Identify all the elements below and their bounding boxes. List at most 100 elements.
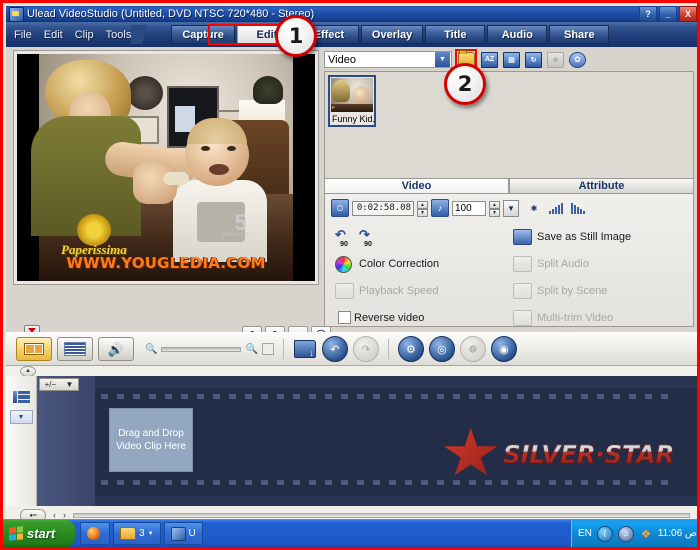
- flame-icon[interactable]: ❖: [639, 527, 653, 541]
- step-tab-audio[interactable]: Audio: [487, 25, 548, 44]
- properties-icon: ▤: [503, 51, 520, 68]
- save-as-still-image-button[interactable]: Save as Still Image: [509, 223, 687, 250]
- zoom-slider[interactable]: [161, 346, 242, 352]
- volume-icon[interactable]: ♫: [617, 525, 634, 542]
- network-icon[interactable]: ⟨: [596, 525, 613, 542]
- burn-disc-icon: ◉: [499, 343, 509, 356]
- storyboard-main: ▼ +/− ▼ Drag and Drop Video Clip Here SI…: [6, 376, 697, 506]
- chevron-down-icon[interactable]: ▼: [435, 52, 450, 67]
- menu-item-edit[interactable]: Edit: [44, 29, 63, 41]
- multi-trim-video-label: Multi-trim Video: [537, 311, 614, 324]
- taskbar-item-firefox[interactable]: [80, 522, 110, 545]
- duration-stepper[interactable]: ▲ ▼: [417, 200, 428, 217]
- rotate-right-button[interactable]: ↷ 90: [359, 228, 377, 248]
- audio-view-button[interactable]: 🔊: [98, 337, 134, 361]
- fade-out-icon[interactable]: [571, 202, 585, 214]
- insert-media-files-button[interactable]: [293, 337, 317, 361]
- split-by-scene-icon: [513, 282, 532, 299]
- split-audio-button[interactable]: Split Audio: [509, 250, 687, 277]
- callout-badge-2: 2: [444, 63, 486, 105]
- menu-bar: File Edit Clip Tools Capture Edit Effect…: [6, 22, 697, 47]
- multi-trim-video-button[interactable]: Multi-trim Video: [509, 304, 687, 331]
- split-audio-icon: [513, 255, 532, 272]
- step-tab-share[interactable]: Share: [549, 25, 610, 44]
- playback-speed-button[interactable]: Playback Speed: [331, 277, 509, 304]
- zoom-out-icon[interactable]: 🔍: [145, 344, 157, 355]
- timeline-view-button[interactable]: [57, 337, 93, 361]
- minimize-button[interactable]: _: [659, 6, 677, 22]
- options-panel: Video Attribute ⏲ 0:02:58.08 ▲ ▼ ♪ 100 ▲ ▼…: [324, 178, 694, 328]
- export-to-disc-button[interactable]: ◉: [490, 336, 517, 362]
- taskbar-item-folders[interactable]: 3 ▼: [113, 522, 161, 545]
- taskbar-item-ulead[interactable]: U: [163, 522, 203, 545]
- library-sort-button[interactable]: AZ: [480, 51, 499, 69]
- menu-item-file[interactable]: File: [14, 29, 32, 41]
- step-tab-title[interactable]: Title: [425, 25, 486, 44]
- enable-smart-proxy-button[interactable]: ☸: [459, 336, 486, 362]
- collapse-up-icon[interactable]: ▲: [20, 365, 36, 377]
- tab-attribute[interactable]: Attribute: [509, 178, 694, 193]
- menu-item-clip[interactable]: Clip: [75, 29, 94, 41]
- taskbar-clock[interactable]: 11:06 ص: [658, 528, 697, 539]
- chevron-double-down-icon: ✿: [569, 51, 586, 68]
- application-window: Ulead VideoStudio (Untitled, DVD NTSC 72…: [0, 0, 700, 550]
- timeline-scrollbar[interactable]: [73, 512, 690, 518]
- storyboard-icon: [24, 343, 44, 355]
- language-indicator[interactable]: EN: [578, 528, 592, 539]
- close-button[interactable]: X: [679, 6, 697, 22]
- rotate-left-button[interactable]: ↶ 90: [335, 228, 353, 248]
- storyboard-view-button[interactable]: [16, 337, 52, 361]
- refresh-icon: ↻: [525, 51, 542, 68]
- track-zoom-stepper[interactable]: +/− ▼: [39, 378, 79, 391]
- undo-button[interactable]: ↶: [321, 336, 348, 362]
- track-dropdown-icon[interactable]: ▼: [9, 410, 33, 424]
- volume-field[interactable]: 100: [452, 200, 486, 216]
- step-tab-bar: Capture Edit Effect Overlay Title Audio …: [171, 25, 611, 44]
- chevron-down-icon[interactable]: ▼: [65, 380, 73, 389]
- mute-icon[interactable]: ✱: [527, 201, 541, 216]
- fade-in-icon[interactable]: [549, 202, 563, 214]
- duration-field[interactable]: 0:02:58.08: [352, 200, 414, 216]
- split-by-scene-button[interactable]: Split by Scene: [509, 277, 687, 304]
- film-perforations-top: [95, 394, 697, 399]
- list-item[interactable]: P Funny Kid...: [328, 75, 376, 127]
- fit-project-icon[interactable]: [261, 343, 274, 355]
- track-rail: ▼: [6, 376, 37, 506]
- redo-button[interactable]: ↷: [352, 336, 379, 362]
- zoom-in-icon[interactable]: 🔍: [245, 344, 257, 355]
- library-add-media-button[interactable]: ⊕: [546, 51, 565, 69]
- reverse-video-row[interactable]: Reverse video: [331, 304, 509, 331]
- video-track[interactable]: +/− ▼ Drag and Drop Video Clip Here SILV…: [37, 376, 697, 506]
- drop-zone[interactable]: Drag and Drop Video Clip Here: [109, 408, 193, 472]
- system-tray: EN ⟨ ♫ ❖ 11:06 ص: [570, 520, 697, 547]
- folder-icon: [120, 527, 136, 540]
- library-expand-button[interactable]: ✿: [568, 51, 587, 69]
- video-preview[interactable]: Paperissima 5 MEDIASET WWW.YOUGLEDIA.COM: [17, 54, 315, 281]
- batch-convert-button[interactable]: ⚙: [397, 336, 424, 362]
- chevron-down-icon[interactable]: ▼: [148, 531, 154, 537]
- volume-dropdown-button[interactable]: ▼: [503, 199, 519, 217]
- reverse-video-checkbox[interactable]: [338, 311, 351, 324]
- callout-badge-1: 1: [275, 15, 317, 57]
- library-category-combo[interactable]: Video ▼: [324, 51, 452, 68]
- storyboard-area: ▲ ▼ +/− ▼ Drag and Drop Video Clip Here …: [6, 365, 697, 524]
- reverse-video-label: Reverse video: [354, 311, 425, 324]
- library-reset-button[interactable]: ↻: [524, 51, 543, 69]
- step-tab-capture[interactable]: Capture: [171, 25, 235, 44]
- library-properties-button[interactable]: ▤: [502, 51, 521, 69]
- tab-video[interactable]: Video: [324, 178, 509, 193]
- audio-view-icon: 🔊: [107, 341, 125, 357]
- help-button[interactable]: ?: [639, 6, 657, 22]
- color-correction-button[interactable]: Color Correction: [331, 250, 509, 277]
- main-body: Paperissima 5 MEDIASET WWW.YOUGLEDIA.COM…: [6, 47, 697, 374]
- start-button[interactable]: start: [3, 520, 75, 547]
- smart-proxy-manager-button[interactable]: ◎: [428, 336, 455, 362]
- options-right-column: Save as Still Image Split Audio Split by…: [509, 223, 687, 331]
- library-panel: Video ▼ AZ ▤ ↻ ⊕ ✿ P Funny Kid Video Att…: [324, 49, 694, 328]
- volume-stepper[interactable]: ▲ ▼: [489, 200, 500, 217]
- taskbar-item-ulead-label: U: [188, 528, 196, 539]
- taskbar-items: 3 ▼ U: [80, 522, 203, 545]
- menu-item-tools[interactable]: Tools: [106, 29, 132, 41]
- smart-proxy-icon: ◎: [437, 343, 447, 356]
- step-tab-overlay[interactable]: Overlay: [360, 25, 424, 44]
